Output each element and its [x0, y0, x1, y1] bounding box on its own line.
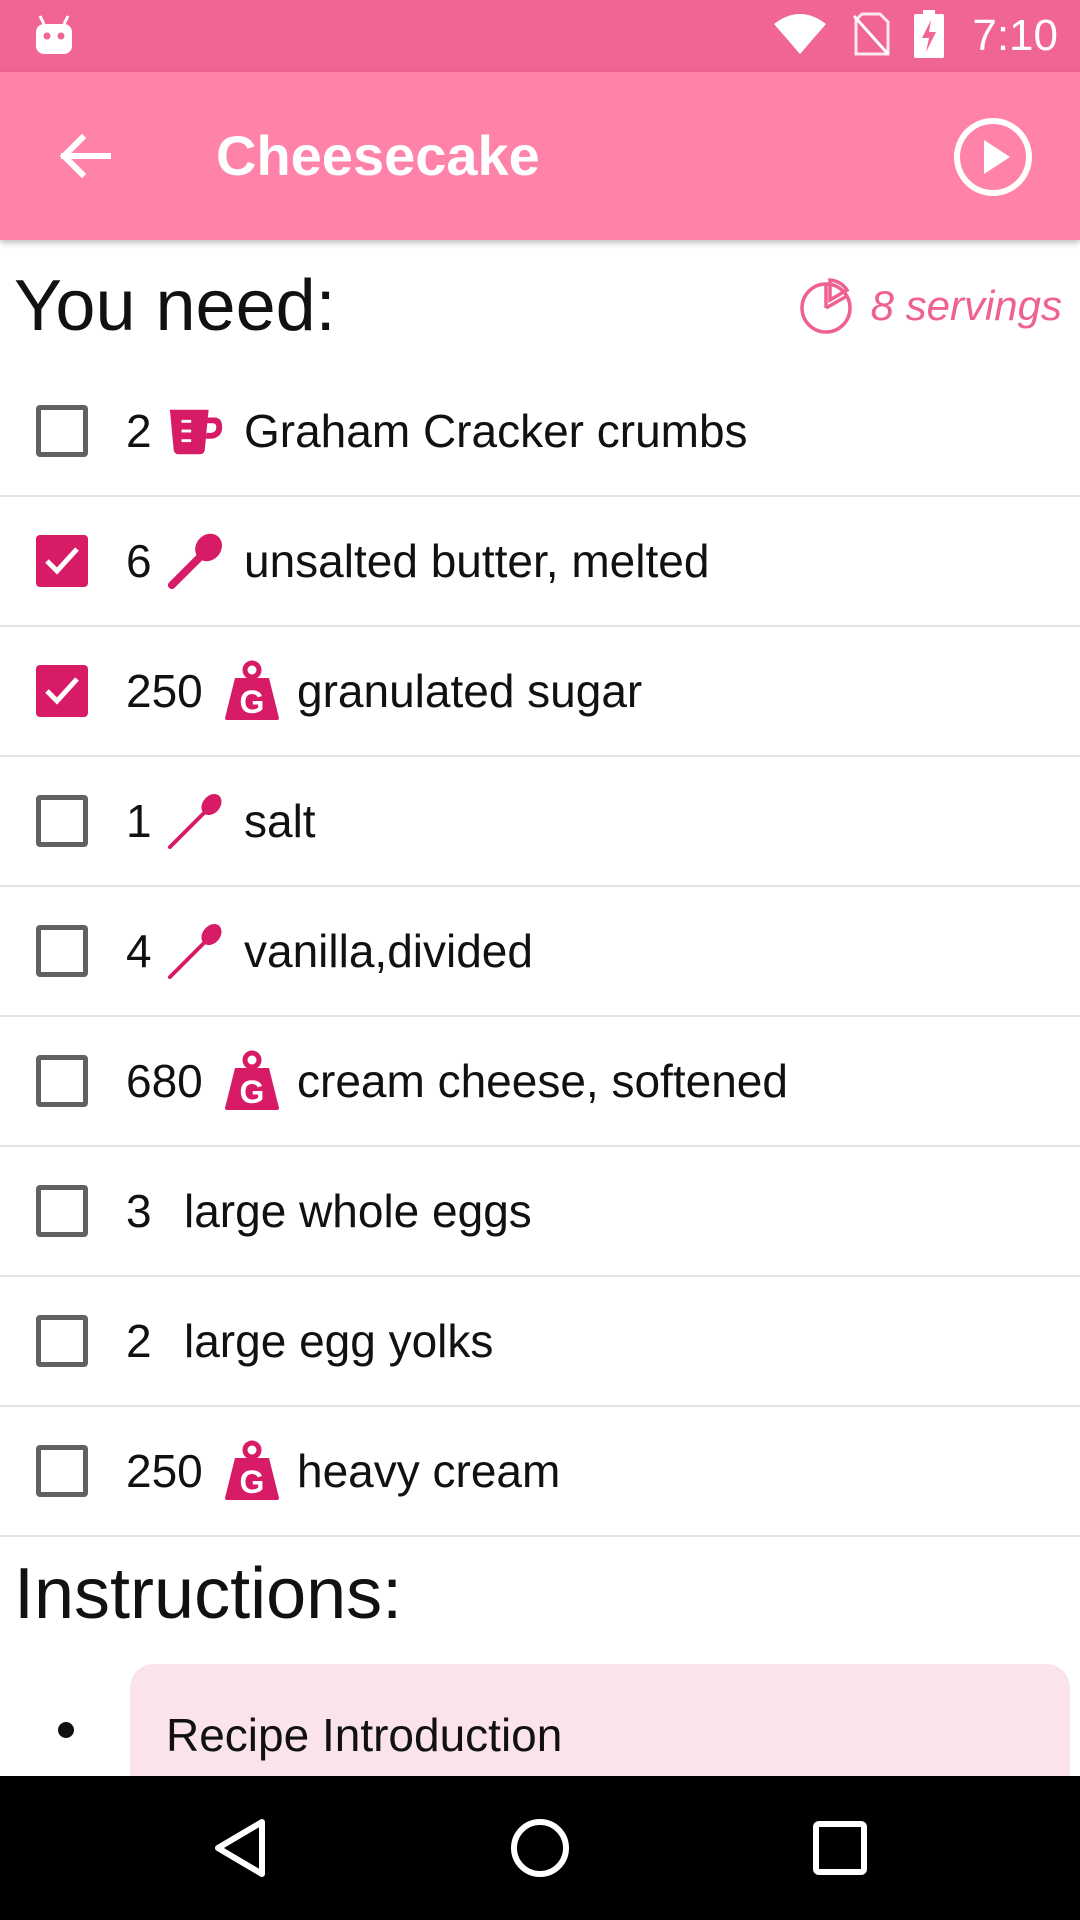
check-icon [45, 547, 79, 575]
cup-icon [166, 401, 226, 461]
svg-text:G: G [240, 1464, 265, 1500]
instructions-heading: Instructions: [14, 1554, 403, 1634]
nav-back-icon [215, 1819, 265, 1877]
check-icon [45, 677, 79, 705]
ingredient-checkbox[interactable] [36, 535, 88, 587]
ingredient-quantity: 3 [126, 1185, 152, 1237]
pie-chart-icon [799, 278, 852, 334]
ingredient-checkbox[interactable] [36, 405, 88, 457]
ingredient-checkbox[interactable] [36, 1315, 88, 1367]
arrow-back-icon [59, 133, 111, 179]
step-bullet [58, 1722, 74, 1738]
teaspoon-icon [166, 791, 226, 851]
ingredients-heading: You need: [14, 266, 336, 346]
no-sim-icon [852, 12, 890, 61]
navigation-bar [0, 1776, 1080, 1920]
nav-recents-button[interactable] [794, 1802, 886, 1894]
ingredients-list: 2 Graham Cracker crumbs 6 unsalted butte… [0, 367, 1080, 1537]
ingredient-quantity: 1 [126, 795, 152, 847]
ingredient-row[interactable]: 1 salt [0, 757, 1080, 887]
wifi-icon [772, 12, 828, 61]
ingredient-quantity: 6 [126, 535, 152, 587]
tablespoon-icon [166, 531, 226, 591]
ingredient-name: vanilla,divided [244, 925, 533, 977]
ingredient-row[interactable]: 250 G heavy cream [0, 1407, 1080, 1537]
teaspoon-icon [166, 921, 226, 981]
ingredient-name: large egg yolks [184, 1315, 494, 1367]
nav-home-icon [511, 1819, 569, 1877]
svg-text:G: G [240, 1074, 265, 1110]
ingredient-name: cream cheese, softened [297, 1055, 788, 1107]
ingredient-name: salt [244, 795, 316, 847]
gram-weight-icon: G [222, 1050, 282, 1111]
ingredient-checkbox[interactable] [36, 1185, 88, 1237]
svg-text:G: G [240, 684, 265, 720]
ingredient-quantity: 2 [126, 1315, 152, 1367]
servings-selector[interactable]: 8 servings [799, 270, 1062, 342]
ingredient-checkbox[interactable] [36, 795, 88, 847]
step-text: Recipe Introduction [166, 1709, 563, 1761]
ingredient-quantity: 250 [126, 1445, 203, 1497]
ingredient-row[interactable]: 6 unsalted butter, melted [0, 497, 1080, 627]
play-circle-icon [954, 118, 1032, 196]
ingredient-quantity: 4 [126, 925, 152, 977]
ingredient-name: Graham Cracker crumbs [244, 405, 748, 457]
android-icon [34, 14, 74, 63]
ingredient-checkbox[interactable] [36, 1055, 88, 1107]
status-time: 7:10 [972, 11, 1058, 60]
status-bar: 7:10 [0, 0, 1080, 72]
ingredient-quantity: 2 [126, 405, 152, 457]
ingredient-name: unsalted butter, melted [244, 535, 710, 587]
battery-charging-icon [914, 9, 945, 63]
nav-recents-icon [813, 1821, 867, 1875]
ingredient-row[interactable]: 250 G granulated sugar [0, 627, 1080, 757]
back-button[interactable] [44, 116, 124, 196]
gram-weight-icon: G [222, 1440, 282, 1501]
ingredient-row[interactable]: 2 Graham Cracker crumbs [0, 367, 1080, 497]
ingredient-name: large whole eggs [184, 1185, 532, 1237]
ingredient-quantity: 250 [126, 665, 203, 717]
ingredient-name: granulated sugar [297, 665, 643, 717]
ingredient-row[interactable]: 2 large egg yolks [0, 1277, 1080, 1407]
ingredient-quantity: 680 [126, 1055, 203, 1107]
app-bar: Cheesecake [0, 72, 1080, 240]
nav-back-button[interactable] [194, 1802, 286, 1894]
ingredient-row[interactable]: 4 vanilla,divided [0, 887, 1080, 1017]
play-button[interactable] [950, 114, 1036, 200]
ingredient-row[interactable]: 3 large whole eggs [0, 1147, 1080, 1277]
ingredient-name: heavy cream [297, 1445, 561, 1497]
ingredient-checkbox[interactable] [36, 925, 88, 977]
gram-weight-icon: G [222, 660, 282, 721]
ingredient-checkbox[interactable] [36, 665, 88, 717]
servings-label: 8 servings [870, 282, 1062, 329]
ingredient-checkbox[interactable] [36, 1445, 88, 1497]
ingredient-row[interactable]: 680 G cream cheese, softened [0, 1017, 1080, 1147]
page-title: Cheesecake [216, 124, 540, 187]
nav-home-button[interactable] [494, 1802, 586, 1894]
